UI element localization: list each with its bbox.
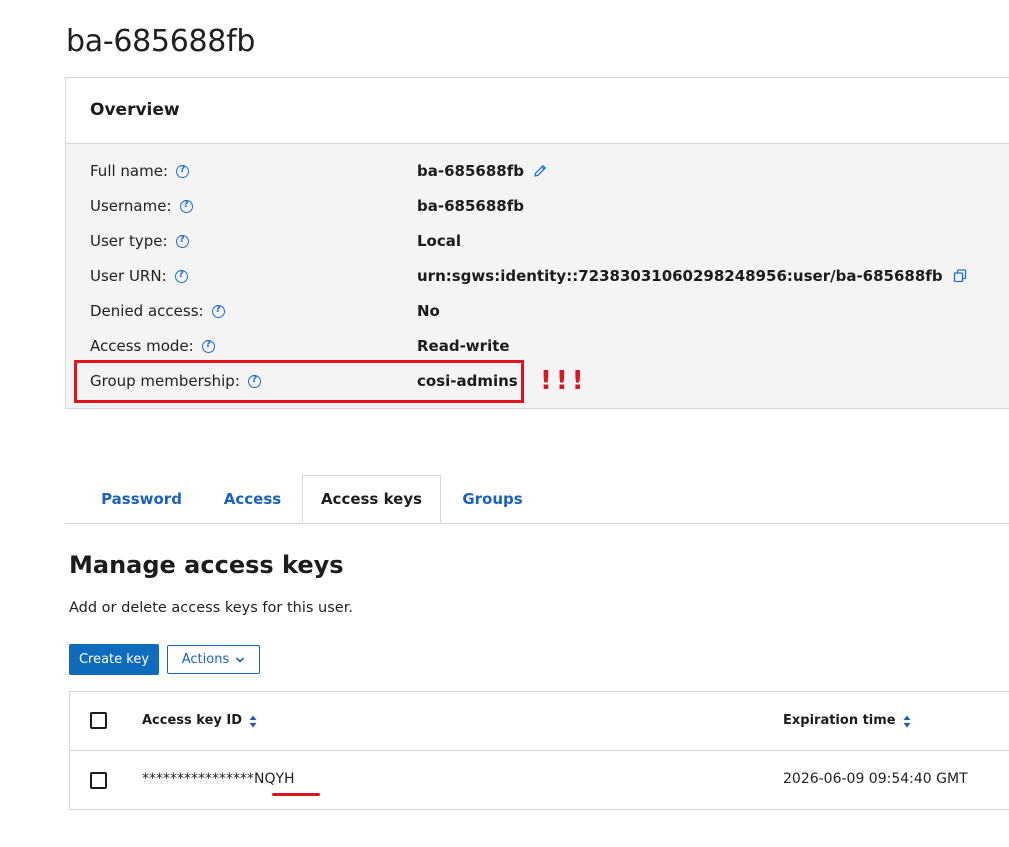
col-expiration-time[interactable]: Expiration time — [783, 713, 896, 728]
row-denied-access: Denied access: — [90, 299, 225, 323]
tab-access[interactable]: Access — [205, 475, 300, 523]
tab-groups[interactable]: Groups — [445, 475, 540, 523]
sort-icon[interactable] — [249, 715, 257, 728]
section-heading: Manage access keys — [69, 551, 344, 579]
username-label: Username: — [90, 197, 172, 215]
user-type-value: Local — [417, 232, 462, 250]
expiration-time-cell: 2026-06-09 09:54:40 GMT — [783, 771, 968, 787]
denied-access-label: Denied access: — [90, 302, 204, 320]
row-user-type: User type: — [90, 229, 189, 253]
chevron-down-icon — [236, 656, 245, 663]
row-access-mode: Access mode: — [90, 334, 215, 358]
username-value: ba-685688fb — [417, 197, 524, 215]
user-urn-value: urn:sgws:identity::72383031060298248956:… — [417, 267, 943, 285]
overview-title: Overview — [90, 100, 180, 120]
pencil-edit-icon[interactable] — [532, 163, 548, 179]
user-urn-label: User URN: — [90, 267, 167, 285]
tab-password[interactable]: Password — [85, 475, 198, 523]
copy-icon[interactable] — [952, 268, 968, 284]
row-username: Username: — [90, 194, 193, 218]
row-checkbox[interactable] — [90, 772, 107, 789]
key-id-underline-annotation — [272, 793, 320, 796]
full-name-value-wrap: ba-685688fb — [417, 159, 548, 183]
help-icon[interactable] — [175, 234, 189, 248]
highlight-box — [74, 360, 524, 403]
help-icon[interactable] — [211, 304, 225, 318]
section-description: Add or delete access keys for this user. — [69, 600, 353, 616]
row-full-name: Full name: — [90, 159, 190, 183]
select-all-checkbox[interactable] — [90, 712, 107, 729]
page-title: ba-685688fb — [66, 24, 256, 59]
access-key-id-cell: ****************NQYH — [142, 771, 295, 787]
sort-icon[interactable] — [903, 715, 911, 728]
access-mode-label: Access mode: — [90, 337, 194, 355]
actions-label: Actions — [181, 652, 230, 667]
help-icon[interactable] — [201, 339, 215, 353]
denied-access-value: No — [417, 302, 440, 320]
tab-access-keys[interactable]: Access keys — [302, 475, 441, 523]
row-user-urn: User URN: — [90, 264, 188, 288]
access-mode-value: Read-write — [417, 337, 510, 355]
create-key-button[interactable]: Create key — [69, 644, 159, 675]
user-urn-value-wrap: urn:sgws:identity::72383031060298248956:… — [417, 264, 968, 288]
annotation-exclamation-marks: !!! — [540, 366, 588, 396]
help-icon[interactable] — [179, 199, 193, 213]
full-name-label: Full name: — [90, 162, 169, 180]
tab-bar: Password Access Access keys Groups — [65, 475, 1009, 524]
user-type-label: User type: — [90, 232, 168, 250]
col-access-key-id[interactable]: Access key ID — [142, 713, 242, 728]
overview-header: Overview — [66, 78, 1009, 144]
full-name-value: ba-685688fb — [417, 162, 524, 180]
table-header: Access key ID Expiration time — [70, 692, 1009, 751]
actions-button[interactable]: Actions — [167, 645, 260, 674]
table-row: ****************NQYH 2026-06-09 09:54:40… — [70, 751, 1009, 810]
access-keys-table: Access key ID Expiration time **********… — [69, 691, 1009, 810]
help-icon[interactable] — [174, 269, 188, 283]
help-icon[interactable] — [176, 164, 190, 178]
